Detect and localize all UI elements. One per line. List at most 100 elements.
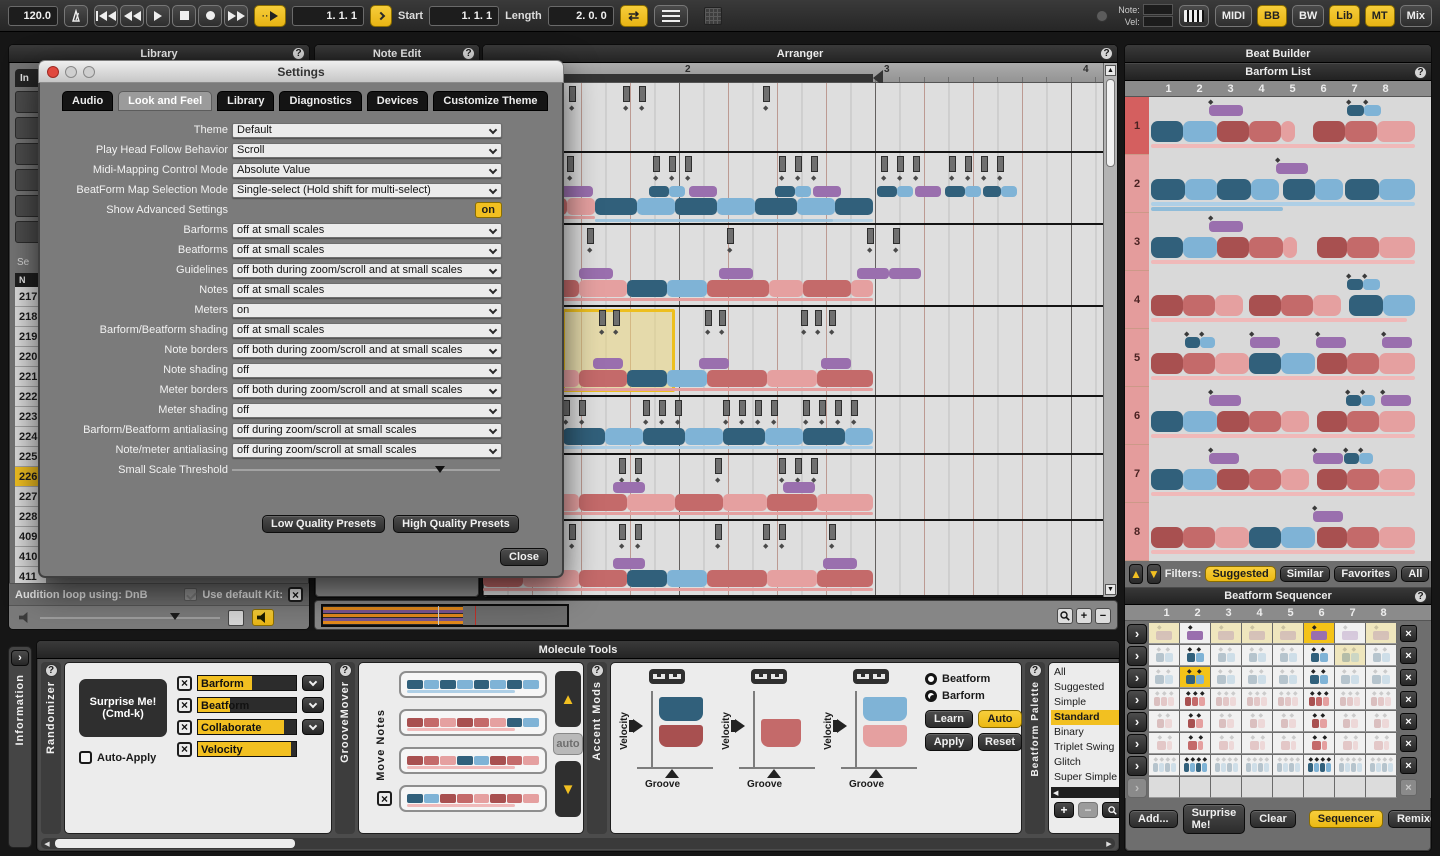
slider-enable-checkbox[interactable]: × [177, 698, 192, 713]
arranger-grid[interactable]: ◆◆◆◆◆◆◆◆◆◆◆◆◆◆◆◆◆◆◆◆◆◆◆◆◆◆◆◆◆◆◆◆◆◆◆◆◆◆◆◆… [483, 83, 1104, 598]
molecule-pill[interactable] [627, 494, 675, 511]
groove-handle[interactable] [665, 769, 679, 778]
preset-button-low-quality-presets[interactable]: Low Quality Presets [262, 515, 385, 533]
meter-icon[interactable] [853, 669, 889, 684]
groove-auto-button[interactable]: auto [553, 733, 583, 755]
note-marker[interactable] [619, 524, 626, 540]
sequencer-cell[interactable]: ◆◆◆◆ [1304, 755, 1335, 776]
molecule-pill[interactable] [685, 428, 723, 445]
sequencer-cell[interactable]: ◆◆ [1335, 667, 1366, 688]
molecule-pill[interactable] [769, 280, 803, 297]
sequencer-row-play-button[interactable]: › [1127, 646, 1147, 666]
sequencer-row-play-button[interactable]: › [1127, 690, 1147, 710]
velocity-handle[interactable] [837, 719, 847, 733]
palette-item[interactable]: Super Simple [1051, 770, 1120, 785]
molecule-pill[interactable] [563, 428, 605, 445]
radio-barform[interactable] [925, 690, 937, 702]
note-edit-help-icon[interactable]: ? [462, 47, 475, 60]
velocity-handle[interactable] [633, 719, 643, 733]
randomizer-slider[interactable]: Beatform [197, 697, 297, 713]
advanced-settings-toggle[interactable]: on [475, 202, 502, 218]
molecule-pill[interactable] [797, 198, 835, 215]
sequencer-button-add-[interactable]: Add... [1129, 810, 1178, 828]
barform-row[interactable]: ◆◆◆◆ [1151, 445, 1415, 503]
note-marker[interactable] [563, 400, 570, 416]
molecule-pill[interactable] [689, 186, 717, 197]
note-marker[interactable] [599, 310, 606, 326]
palette-item[interactable]: Binary [1051, 725, 1120, 740]
settings-select[interactable]: Absolute Value [232, 163, 502, 178]
palette-item[interactable]: Suggested [1051, 680, 1120, 695]
sequencer-cell[interactable]: ◆◆ [1242, 711, 1273, 732]
track-list-button[interactable] [654, 5, 688, 27]
molecule-pill[interactable] [649, 186, 669, 197]
sequencer-cell[interactable]: ◆◆ [1180, 667, 1211, 688]
note-marker[interactable] [653, 156, 660, 172]
sequencer-cell[interactable]: ◆◆◆◆ [1242, 755, 1273, 776]
arranger-track-row[interactable]: ◆◆◆◆ [483, 225, 1104, 307]
note-marker[interactable] [867, 228, 874, 244]
note-marker[interactable] [893, 228, 900, 244]
toolbar-button-mt[interactable]: MT [1365, 5, 1395, 27]
molecule-pill[interactable] [707, 280, 769, 297]
molecule-pill[interactable] [983, 186, 1001, 197]
sequencer-cell[interactable]: ◆◆ [1211, 645, 1242, 666]
note-marker[interactable] [569, 524, 576, 540]
arranger-scroll-thumb[interactable] [1106, 79, 1115, 167]
sequencer-cell[interactable]: ◆◆◆ [1149, 689, 1180, 710]
note-marker[interactable] [705, 310, 712, 326]
settings-titlebar[interactable]: Settings [38, 60, 564, 83]
barform-row-label[interactable]: 5 [1125, 329, 1149, 387]
sequencer-cell[interactable]: ◆◆◆ [1242, 689, 1273, 710]
scroll-right-icon[interactable]: ▶ [1103, 838, 1115, 849]
molecule-pill[interactable] [817, 494, 873, 511]
settings-select[interactable]: off both during zoom/scroll and at small… [232, 343, 502, 358]
groove-pattern-box[interactable] [399, 747, 547, 774]
groove-pattern-checkbox[interactable]: × [377, 791, 392, 806]
molecule-pill[interactable] [803, 428, 845, 445]
sequencer-cell[interactable]: ◆◆ [1273, 667, 1304, 688]
scroll-thumb[interactable] [55, 839, 295, 848]
molecule-pill[interactable] [857, 268, 889, 279]
sequencer-row-clear-button[interactable]: × [1400, 625, 1417, 642]
barform-row[interactable]: ◆ [1151, 213, 1415, 271]
groove-pattern-box[interactable] [399, 709, 547, 736]
settings-tab-look-and-feel[interactable]: Look and Feel [118, 91, 212, 111]
molecule-pill[interactable] [669, 186, 685, 197]
sequencer-button-clear[interactable]: Clear [1250, 810, 1296, 828]
arranger-track-row[interactable]: ◆◆◆◆◆◆ [483, 455, 1104, 521]
sequencer-cell[interactable]: ◆ [1273, 623, 1304, 644]
library-help-icon[interactable]: ? [292, 47, 305, 60]
settings-tab-diagnostics[interactable]: Diagnostics [279, 91, 361, 111]
sequencer-cell[interactable]: ◆◆ [1304, 645, 1335, 666]
palette-remove-button[interactable]: − [1078, 802, 1098, 818]
note-marker[interactable] [851, 400, 858, 416]
sequencer-cell[interactable]: ◆◆◆ [1211, 689, 1242, 710]
barform-list-help-icon[interactable]: ? [1414, 66, 1427, 79]
sequencer-cell[interactable]: ◆◆ [1211, 667, 1242, 688]
beatform-sequencer-help-icon[interactable]: ? [1414, 590, 1427, 603]
sequencer-cell[interactable]: ◆◆◆ [1366, 689, 1397, 710]
sequencer-cell[interactable]: ◆◆ [1304, 733, 1335, 754]
sequencer-cell[interactable]: ◆◆ [1304, 667, 1335, 688]
molecule-pill[interactable] [595, 198, 637, 215]
barform-row-label[interactable]: 6 [1125, 387, 1149, 445]
note-marker[interactable] [675, 400, 682, 416]
scroll-down-icon[interactable]: ▼ [1105, 584, 1116, 595]
sequencer-cell[interactable]: ◆◆◆◆ [1211, 755, 1242, 776]
palette-item[interactable]: Simple [1051, 695, 1120, 710]
stop-button[interactable] [172, 5, 196, 27]
sequencer-cell[interactable]: ◆◆ [1335, 645, 1366, 666]
settings-select[interactable]: on [232, 303, 502, 318]
note-marker[interactable] [723, 400, 730, 416]
sequencer-cell[interactable]: ◆ [1242, 623, 1273, 644]
sequencer-cell[interactable]: ◆◆ [1149, 645, 1180, 666]
toolbar-button-bb[interactable]: BB [1257, 5, 1287, 27]
zoom-window-button[interactable] [83, 66, 95, 78]
note-marker[interactable] [795, 458, 802, 474]
accent-button-reset[interactable]: Reset [978, 733, 1022, 751]
molecule-pill[interactable] [579, 280, 627, 297]
piano-button[interactable] [1179, 5, 1209, 27]
settings-close-button[interactable]: Close [500, 548, 548, 566]
sequencer-cell[interactable]: ◆◆ [1273, 733, 1304, 754]
